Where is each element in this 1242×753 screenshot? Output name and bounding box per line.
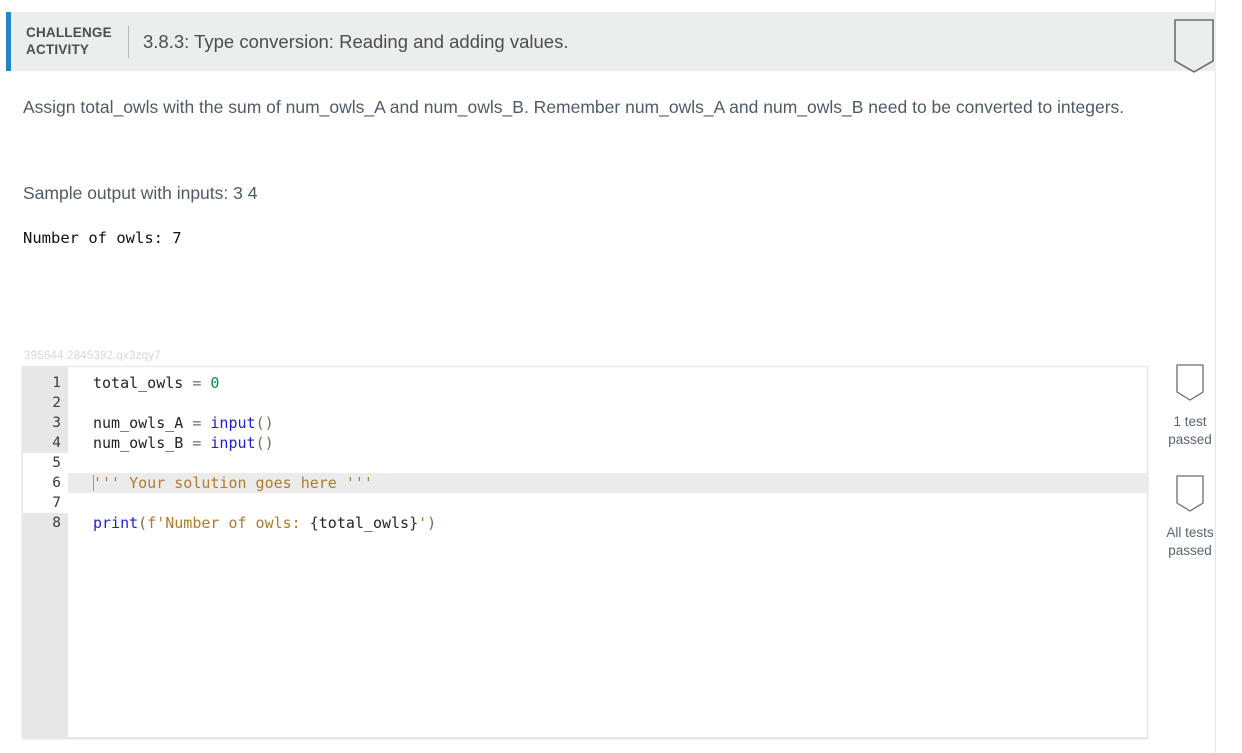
code-token: f'Number of owls: [147,514,310,532]
code-line[interactable]: 4 num_owls_B = input() [23,433,1147,453]
code-token: = [183,434,211,452]
line-number: 6 [23,473,68,493]
instructions-block: Assign total_owls with the sum of num_ow… [23,94,1153,120]
code-line[interactable]: 1 total_owls = 0 [23,373,1147,393]
code-line-text[interactable]: total_owls = 0 [93,373,219,393]
line-number: 3 [52,415,61,431]
code-token: ' [418,514,428,532]
test-status-rail: 1 test passed All tests passed [1155,362,1225,570]
code-line-text[interactable]: ''' Your solution goes here ''' [93,473,373,493]
code-line-text[interactable]: print(f'Number of owls: {total_owls}') [93,513,436,533]
line-number: 2 [52,395,61,411]
code-line[interactable]: 8 print(f'Number of owls: {total_owls}') [23,513,1147,533]
code-token: total_owls [318,514,410,532]
code-line[interactable]: 5 [23,453,1147,473]
test-status-label: All tests passed [1166,525,1214,558]
code-line-text[interactable]: num_owls_B = input() [93,433,274,453]
test-status-label: 1 test passed [1168,414,1212,447]
code-token: print [93,514,139,532]
main-content-column: CHALLENGE ACTIVITY 3.8.3: Type conversio… [0,0,1216,753]
code-token: input [210,414,256,432]
ribbon-icon [1155,473,1225,520]
code-token: input [210,434,256,452]
code-token: () [255,434,274,452]
code-lines-container[interactable]: 1 total_owls = 0 2 3 num_owls_A = input() 4 nu… [23,373,1147,533]
test-status-badge[interactable]: All tests passed [1155,473,1225,560]
code-token: total_owls [93,374,184,392]
code-token: ( [138,514,148,532]
header-accent-bar [6,12,11,71]
activity-header: CHALLENGE ACTIVITY 3.8.3: Type conversio… [6,12,1216,73]
instruction-paragraph: Assign total_owls with the sum of num_ow… [23,97,1125,117]
code-token: { [309,514,319,532]
code-editor[interactable]: 1 total_owls = 0 2 3 num_owls_A = input() 4 nu… [22,366,1148,738]
code-line[interactable]: 3 num_owls_A = input() [23,413,1147,433]
code-token: num_owls_A [93,414,184,432]
ribbon-icon[interactable] [1170,15,1218,77]
code-token: () [255,414,274,432]
sample-output-label: Sample output with inputs: 3 4 [23,183,258,203]
line-number: 1 [52,375,61,391]
code-line[interactable]: 6 ''' Your solution goes here ''' [23,473,1147,493]
activity-id-watermark: 395644.2845392.qx3zqy7 [24,350,161,362]
line-number: 5 [23,453,68,473]
code-token: ) [427,514,437,532]
code-token: = [183,414,211,432]
line-number: 4 [52,435,61,451]
challenge-activity-page: CHALLENGE ACTIVITY 3.8.3: Type conversio… [0,0,1242,753]
code-token: } [409,514,419,532]
code-line[interactable]: 7 [23,493,1147,513]
badge-spacer [1155,459,1225,473]
activity-title: 3.8.3: Type conversion: Reading and addi… [143,31,569,52]
code-token: num_owls_B [93,434,184,452]
test-status-badge[interactable]: 1 test passed [1155,362,1225,449]
line-number: 8 [52,515,61,531]
ribbon-icon [1155,362,1225,409]
code-token: ''' Your solution goes here ''' [93,474,373,492]
code-line-text[interactable]: num_owls_A = input() [93,413,274,433]
header-divider [128,26,129,58]
code-token: 0 [210,374,220,392]
challenge-activity-label: CHALLENGE ACTIVITY [26,25,112,57]
sample-output-text: Number of owls: 7 [23,229,182,247]
code-line[interactable]: 2 [23,393,1147,413]
line-number: 7 [23,493,68,513]
